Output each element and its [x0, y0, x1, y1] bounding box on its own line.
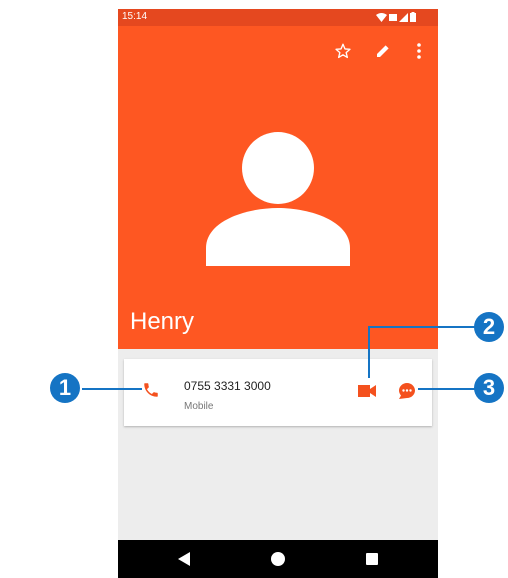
back-icon[interactable]	[176, 551, 192, 567]
phone-call-icon[interactable]	[142, 381, 160, 399]
battery-icon	[410, 12, 416, 22]
contact-header: Henry	[118, 26, 438, 349]
phone-number-type: Mobile	[184, 401, 214, 412]
phone-number: 0755 3331 3000	[184, 379, 271, 393]
phone-number-card[interactable]: 0755 3331 3000 Mobile	[124, 359, 432, 426]
favorite-star-icon[interactable]	[332, 40, 354, 62]
contact-name: Henry	[130, 308, 195, 335]
lte-icon	[389, 13, 397, 21]
callout-2-leader-vertical	[368, 326, 370, 378]
signal-icon	[399, 12, 408, 22]
more-options-icon[interactable]	[408, 40, 430, 62]
wifi-icon	[376, 12, 387, 22]
callout-1-leader	[82, 388, 142, 390]
status-time: 15:14	[122, 11, 148, 22]
phone-screen: 15:14 Henry 0755 3331 3000 Mobile	[118, 9, 438, 578]
edit-pencil-icon[interactable]	[372, 40, 394, 62]
contact-avatar-icon	[206, 132, 350, 266]
callout-2-leader-horizontal	[368, 326, 490, 328]
video-call-icon[interactable]	[358, 384, 376, 398]
navigation-bar	[118, 540, 438, 578]
status-bar: 15:14	[118, 9, 438, 26]
recents-icon[interactable]	[364, 551, 380, 567]
status-icons	[376, 12, 416, 22]
home-icon[interactable]	[270, 551, 286, 567]
callout-2: 2	[474, 312, 504, 342]
message-icon[interactable]	[398, 382, 416, 400]
callout-3: 3	[474, 373, 504, 403]
callout-1: 1	[50, 373, 80, 403]
